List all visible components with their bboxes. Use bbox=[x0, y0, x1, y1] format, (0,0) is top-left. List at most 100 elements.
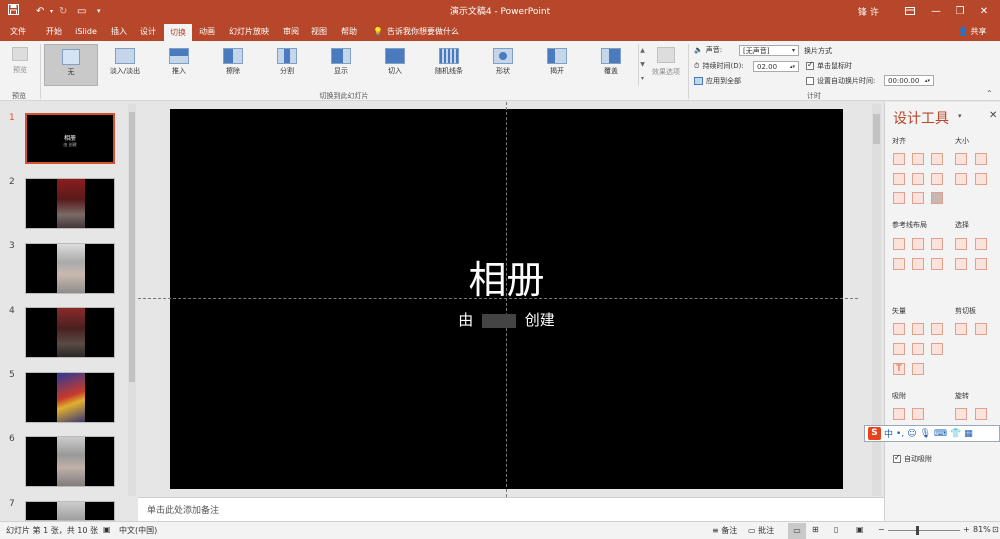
transition-cut[interactable]: 切入 bbox=[368, 44, 422, 86]
align-left-icon[interactable] bbox=[893, 153, 905, 165]
tab-help[interactable]: 帮助 bbox=[336, 22, 362, 41]
notes-toggle[interactable]: ≡ 备注 bbox=[712, 525, 737, 536]
user-name[interactable]: 锋 许 bbox=[858, 5, 879, 18]
thumbnails-scrollbar[interactable] bbox=[128, 104, 136, 496]
emoji-icon[interactable]: ☺ bbox=[907, 429, 916, 439]
fit-size-icon[interactable] bbox=[975, 173, 987, 185]
slide-thumbnail-7[interactable] bbox=[25, 501, 115, 521]
zoom-slider-thumb[interactable] bbox=[916, 526, 919, 535]
fit-slide-icon[interactable]: ⊡ bbox=[992, 525, 999, 534]
comments-toggle[interactable]: ▭ 批注 bbox=[748, 525, 774, 536]
zoom-level[interactable]: 81% bbox=[973, 525, 991, 534]
transition-shape[interactable]: 形状 bbox=[476, 44, 530, 86]
transition-split[interactable]: 分割 bbox=[260, 44, 314, 86]
normal-view-icon[interactable]: ▭ bbox=[788, 523, 806, 539]
sogou-logo-icon[interactable]: S bbox=[868, 427, 881, 440]
distribute-h-icon[interactable] bbox=[893, 192, 905, 204]
after-time-input[interactable]: 00:00.00 ▴▾ bbox=[884, 75, 934, 86]
slide-thumbnail-2[interactable] bbox=[25, 178, 115, 229]
tab-animations[interactable]: 动画 bbox=[194, 22, 220, 41]
transition-none[interactable]: 无 bbox=[44, 44, 98, 86]
tab-home[interactable]: 开始 bbox=[41, 22, 67, 41]
slide-thumbnail-3[interactable] bbox=[25, 243, 115, 294]
notes-pane[interactable]: 单击此处添加备注 bbox=[138, 497, 884, 521]
reading-view-icon[interactable]: ▯ bbox=[834, 525, 838, 534]
sound-dropdown[interactable]: [无声音] ▾ bbox=[739, 45, 799, 56]
tab-review[interactable]: 审阅 bbox=[278, 22, 304, 41]
rotate-icon[interactable] bbox=[955, 408, 967, 420]
same-size-icon[interactable] bbox=[955, 173, 967, 185]
tab-file[interactable]: 文件 bbox=[5, 22, 31, 41]
on-click-checkbox[interactable]: 单击鼠标时 bbox=[806, 60, 852, 71]
close-button[interactable]: ✕ bbox=[966, 0, 1000, 22]
gallery-scroll[interactable]: ▲ ▼ ▾ bbox=[638, 44, 646, 86]
transition-random-bars[interactable]: 随机线条 bbox=[422, 44, 476, 86]
transition-fade[interactable]: 淡入/淡出 bbox=[98, 44, 152, 86]
chevron-down-icon[interactable]: ▾ bbox=[958, 112, 962, 120]
slide-thumbnail-5[interactable] bbox=[25, 372, 115, 423]
slide-title[interactable]: 相册 bbox=[170, 249, 843, 304]
align-bottom-icon[interactable] bbox=[931, 173, 943, 185]
vector-icon[interactable] bbox=[912, 363, 924, 375]
same-height-icon[interactable] bbox=[975, 153, 987, 165]
after-time-checkbox[interactable]: 设置自动换片时间: bbox=[806, 76, 875, 86]
slide-subtitle[interactable]: 由 创建 bbox=[170, 309, 843, 330]
current-slide[interactable]: 相册 由 创建 bbox=[138, 102, 858, 497]
close-icon[interactable]: ✕ bbox=[989, 110, 997, 121]
vector-icon[interactable] bbox=[931, 343, 943, 355]
slideshow-icon[interactable]: ▣ bbox=[856, 525, 864, 534]
transition-uncover[interactable]: 揭开 bbox=[530, 44, 584, 86]
language[interactable]: 中文(中国) bbox=[119, 525, 157, 536]
microphone-icon[interactable]: 🎙 bbox=[920, 429, 931, 439]
transition-reveal[interactable]: 显示 bbox=[314, 44, 368, 86]
spellcheck-icon[interactable]: ▣ bbox=[103, 525, 111, 534]
vector-icon[interactable] bbox=[893, 343, 905, 355]
align-middle-icon[interactable] bbox=[912, 173, 924, 185]
vector-icon[interactable] bbox=[893, 323, 905, 335]
transition-wipe[interactable]: 擦除 bbox=[206, 44, 260, 86]
slide-thumbnail-6[interactable] bbox=[25, 436, 115, 487]
align-right-icon[interactable] bbox=[931, 153, 943, 165]
select-icon[interactable] bbox=[975, 258, 987, 270]
select-icon[interactable] bbox=[955, 258, 967, 270]
snap-icon[interactable] bbox=[893, 408, 905, 420]
share-button[interactable]: 👤 共享 bbox=[958, 22, 987, 41]
tab-islide[interactable]: iSlide bbox=[72, 22, 100, 41]
select-icon[interactable] bbox=[975, 238, 987, 250]
preview-button[interactable]: 预览 bbox=[6, 45, 34, 83]
distribute-v-icon[interactable] bbox=[912, 192, 924, 204]
punctuation-icon[interactable]: •, bbox=[896, 429, 904, 439]
transition-push[interactable]: 推入 bbox=[152, 44, 206, 86]
vector-icon[interactable] bbox=[931, 323, 943, 335]
guide-icon[interactable] bbox=[931, 238, 943, 250]
keyboard-icon[interactable]: ⌨ bbox=[934, 429, 947, 439]
clipboard-icon[interactable] bbox=[955, 323, 967, 335]
snap-icon[interactable] bbox=[912, 408, 924, 420]
effect-options-button[interactable]: 效果选项 bbox=[648, 45, 684, 85]
slide-sorter-icon[interactable]: ⊞ bbox=[812, 525, 819, 534]
zoom-out-icon[interactable]: − bbox=[878, 525, 885, 534]
align-center-icon[interactable] bbox=[912, 153, 924, 165]
same-width-icon[interactable] bbox=[955, 153, 967, 165]
select-icon[interactable] bbox=[955, 238, 967, 250]
guide-icon[interactable] bbox=[912, 238, 924, 250]
zoom-in-icon[interactable]: + bbox=[963, 525, 970, 534]
tab-design[interactable]: 设计 bbox=[135, 22, 161, 41]
guide-icon[interactable] bbox=[912, 258, 924, 270]
tab-insert[interactable]: 插入 bbox=[106, 22, 132, 41]
slide-thumbnail-4[interactable] bbox=[25, 307, 115, 358]
tab-view[interactable]: 视图 bbox=[306, 22, 332, 41]
collapse-ribbon-icon[interactable]: ⌃ bbox=[986, 89, 993, 98]
rotate-icon[interactable] bbox=[975, 408, 987, 420]
skin-icon[interactable]: 👕 bbox=[950, 429, 961, 439]
vector-icon[interactable] bbox=[912, 343, 924, 355]
ime-mode[interactable]: 中 bbox=[884, 427, 893, 440]
slide-thumbnail-1[interactable]: 相册 由 创建 bbox=[25, 113, 115, 164]
duration-input[interactable]: 02.00 ▴▾ bbox=[753, 61, 799, 72]
ime-toolbar[interactable]: S 中 •, ☺ 🎙 ⌨ 👕 ▦ bbox=[864, 425, 1000, 442]
clipboard-icon[interactable] bbox=[975, 323, 987, 335]
spinner-icon[interactable]: ▴▾ bbox=[925, 76, 930, 86]
vector-icon[interactable] bbox=[912, 323, 924, 335]
guide-icon[interactable] bbox=[893, 238, 905, 250]
spinner-icon[interactable]: ▴▾ bbox=[790, 62, 795, 72]
